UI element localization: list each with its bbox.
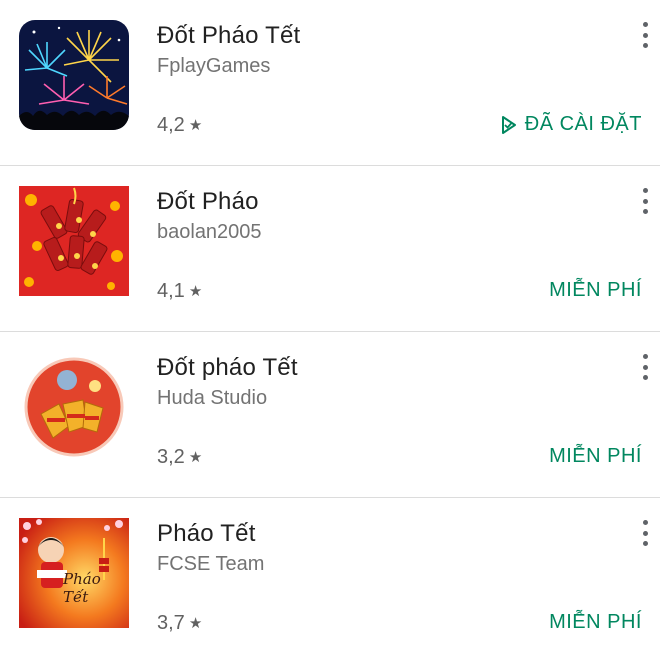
more-options-icon[interactable] <box>638 18 652 52</box>
app-row[interactable]: Đốt Pháo baolan2005 4,1 ★ MIỄN PHÍ <box>0 166 660 332</box>
app-developer: FplayGames <box>157 55 271 77</box>
firecracker-bundle-icon[interactable] <box>19 352 129 462</box>
rating-value: 4,1 <box>157 280 185 302</box>
action-label: ĐÃ CÀI ĐẶT <box>524 113 642 135</box>
rating-value: 3,2 <box>157 446 185 468</box>
fireworks-icon[interactable] <box>19 20 129 130</box>
app-title[interactable]: Đốt pháo Tết <box>157 354 298 382</box>
app-rating: 3,7 ★ <box>157 612 202 635</box>
action-label: MIỄN PHÍ <box>549 279 642 301</box>
free-button[interactable]: MIỄN PHÍ <box>549 445 642 468</box>
firecrackers-icon[interactable] <box>19 186 129 296</box>
app-row[interactable]: Đốt Pháo Tết FplayGames 4,2 ★ ĐÃ CÀI ĐẶT <box>0 0 660 166</box>
app-rating: 4,2 ★ <box>157 114 202 137</box>
action-label: MIỄN PHÍ <box>549 611 642 633</box>
installed-button[interactable]: ĐÃ CÀI ĐẶT <box>501 113 642 136</box>
app-row[interactable]: Đốt pháo Tết Huda Studio 3,2 ★ MIỄN PHÍ <box>0 332 660 498</box>
star-icon: ★ <box>188 282 203 300</box>
phao-tet-icon[interactable]: Pháo Tết <box>19 518 129 628</box>
app-rating: 4,1 ★ <box>157 280 202 303</box>
more-options-icon[interactable] <box>638 184 652 218</box>
app-title[interactable]: Đốt Pháo Tết <box>157 22 300 50</box>
app-row[interactable]: Pháo Tết Pháo Tết FCSE Team 3,7 ★ MIỄN P… <box>0 498 660 650</box>
app-developer: baolan2005 <box>157 221 262 243</box>
more-options-icon[interactable] <box>638 350 652 384</box>
app-title[interactable]: Đốt Pháo <box>157 188 259 216</box>
app-list: Đốt Pháo Tết FplayGames 4,2 ★ ĐÃ CÀI ĐẶT <box>0 0 660 650</box>
rating-value: 3,7 <box>157 612 185 634</box>
free-button[interactable]: MIỄN PHÍ <box>549 279 642 302</box>
more-options-icon[interactable] <box>638 516 652 550</box>
installed-play-icon <box>501 115 516 134</box>
app-developer: Huda Studio <box>157 387 268 409</box>
icon-caption: Pháo Tết <box>63 570 101 606</box>
free-button[interactable]: MIỄN PHÍ <box>549 611 642 634</box>
app-rating: 3,2 ★ <box>157 446 202 469</box>
app-developer: FCSE Team <box>157 553 265 575</box>
star-icon: ★ <box>188 614 203 632</box>
star-icon: ★ <box>188 448 203 466</box>
star-icon: ★ <box>188 116 203 134</box>
action-label: MIỄN PHÍ <box>549 445 642 467</box>
app-title[interactable]: Pháo Tết <box>157 520 256 548</box>
rating-value: 4,2 <box>157 114 185 136</box>
